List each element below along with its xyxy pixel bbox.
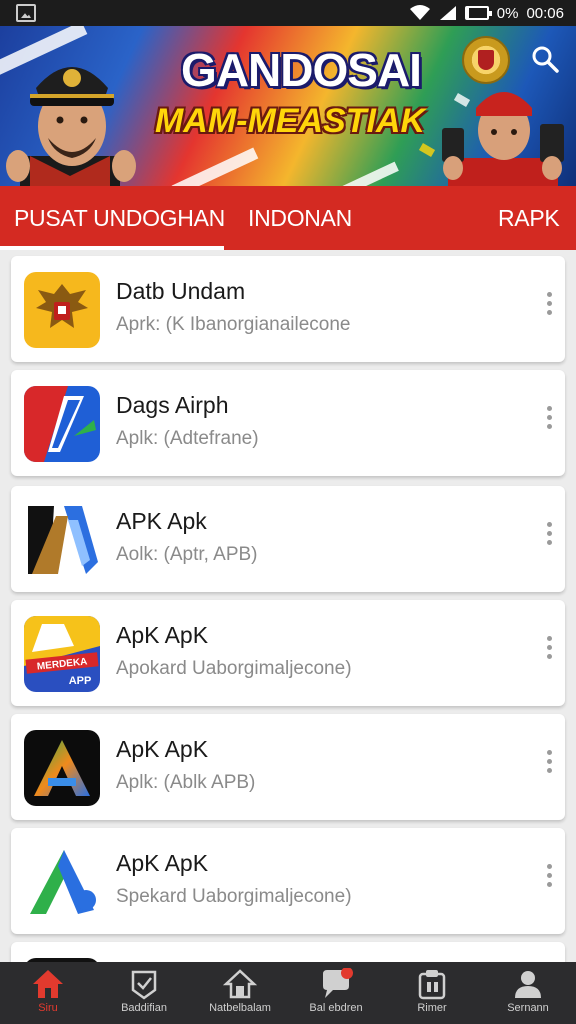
more-options-icon[interactable]: [537, 746, 561, 786]
wifi-icon: [409, 5, 430, 20]
blue-document-a-icon: [24, 502, 100, 578]
home-icon: [33, 970, 63, 998]
nav-home[interactable]: Siru: [0, 962, 96, 1024]
more-options-icon[interactable]: [537, 860, 561, 900]
nav-baddifian[interactable]: Baddifian: [96, 962, 192, 1024]
app-name: Dags Airph: [116, 392, 229, 418]
search-icon[interactable]: [528, 42, 562, 76]
tab-indonan[interactable]: INDONAN: [248, 186, 352, 250]
app-subtitle: Aolk: (Aptr, APB): [116, 544, 258, 565]
badge-icon: [131, 970, 157, 1000]
emblem-icon: [462, 36, 510, 84]
nav-label: Bal ebdren: [309, 1002, 363, 1014]
app-name: ApK ApK: [116, 622, 209, 648]
more-options-icon[interactable]: [537, 632, 561, 672]
app-subtitle: Aprk: (K Ibanorgianailecone: [116, 314, 351, 335]
battery-percent: 0%: [496, 4, 519, 22]
status-bar: 0% 00:06: [0, 0, 576, 26]
tab-bar: PUSAT UNDOGHAN INDONAN RAPK: [0, 186, 576, 250]
more-options-icon[interactable]: [537, 402, 561, 442]
nav-natbelbalam[interactable]: Natbelbalam: [192, 962, 288, 1024]
banner-title: GANDOSAI: [181, 44, 422, 96]
tab-label: RAPK: [498, 205, 560, 231]
tab-label: PUSAT UNDOGHAN: [14, 205, 225, 231]
nav-label: Natbelbalam: [209, 1002, 271, 1014]
house-icon: [223, 969, 257, 999]
nav-label: Sernann: [507, 1002, 549, 1014]
app-subtitle: Apokard Uaborgimaljecone): [116, 658, 352, 679]
nav-bal-ebdren[interactable]: Bal ebdren: [288, 962, 384, 1024]
nav-label: Rimer: [417, 1002, 447, 1014]
nav-label: Baddifian: [121, 1002, 167, 1014]
list-item[interactable]: ApK ApK Spekard Uaborgimaljecone): [11, 828, 565, 934]
app-name: ApK ApK: [116, 850, 209, 876]
header-banner: GANDOSAI MAM-MEASTIAK: [0, 26, 576, 186]
tab-label: INDONAN: [248, 205, 352, 231]
garuda-icon: [24, 272, 100, 348]
more-options-icon[interactable]: [537, 518, 561, 558]
nav-rimer[interactable]: Rimer: [384, 962, 480, 1024]
icon-text: APP: [69, 675, 92, 687]
gradient-a-icon: [24, 730, 100, 806]
list-item[interactable]: MERDEKA APP ApK ApK Apokard Uaborgimalje…: [11, 600, 565, 706]
app-name: ApK ApK: [116, 736, 209, 762]
play-a-icon: [24, 844, 100, 920]
app-subtitle: Spekard Uaborgimaljecone): [116, 886, 352, 907]
chat-icon: [323, 968, 353, 998]
tab-pusat-undoghan[interactable]: PUSAT UNDOGHAN: [14, 186, 225, 250]
app-name: APK Apk: [116, 508, 207, 534]
list-item[interactable]: Dags Airph Aplk: (Adtefrane): [11, 370, 565, 476]
youth-illustration: [442, 92, 564, 186]
gallery-notification-icon: [16, 4, 36, 22]
person-icon: [515, 971, 541, 998]
list-item[interactable]: Datb Undam Aprk: (K Ibanorgianailecone: [11, 256, 565, 362]
signal-icon: [439, 6, 456, 20]
list-item[interactable]: ApK ApK Aplk: (Ablk APB): [11, 714, 565, 820]
nav-sernann[interactable]: Sernann: [480, 962, 576, 1024]
red-blue-app-icon: [24, 386, 100, 462]
app-name: Datb Undam: [116, 278, 246, 304]
merdeka-app-icon: MERDEKA APP: [24, 616, 100, 692]
app-subtitle: Aplk: (Adtefrane): [116, 428, 259, 449]
more-options-icon[interactable]: [537, 288, 561, 328]
app-subtitle: Aplk: (Ablk APB): [116, 772, 256, 793]
battery-icon: [464, 6, 492, 20]
officer-illustration: [6, 67, 136, 186]
app-list[interactable]: Datb Undam Aprk: (K Ibanorgianailecone D…: [0, 250, 576, 962]
bottom-navigation: Siru Baddifian Natbelbalam Bal ebdren Ri…: [0, 962, 576, 1024]
list-item[interactable]: APK Apk Aolk: (Aptr, APB): [11, 486, 565, 592]
clipboard-icon: [418, 970, 446, 1000]
nav-label: Siru: [38, 1002, 58, 1014]
tab-rapk[interactable]: RAPK: [498, 186, 560, 250]
banner-subtitle: MAM-MEASTIAK: [154, 102, 426, 140]
list-item-partial[interactable]: [11, 942, 565, 962]
clock: 00:06: [526, 4, 564, 22]
